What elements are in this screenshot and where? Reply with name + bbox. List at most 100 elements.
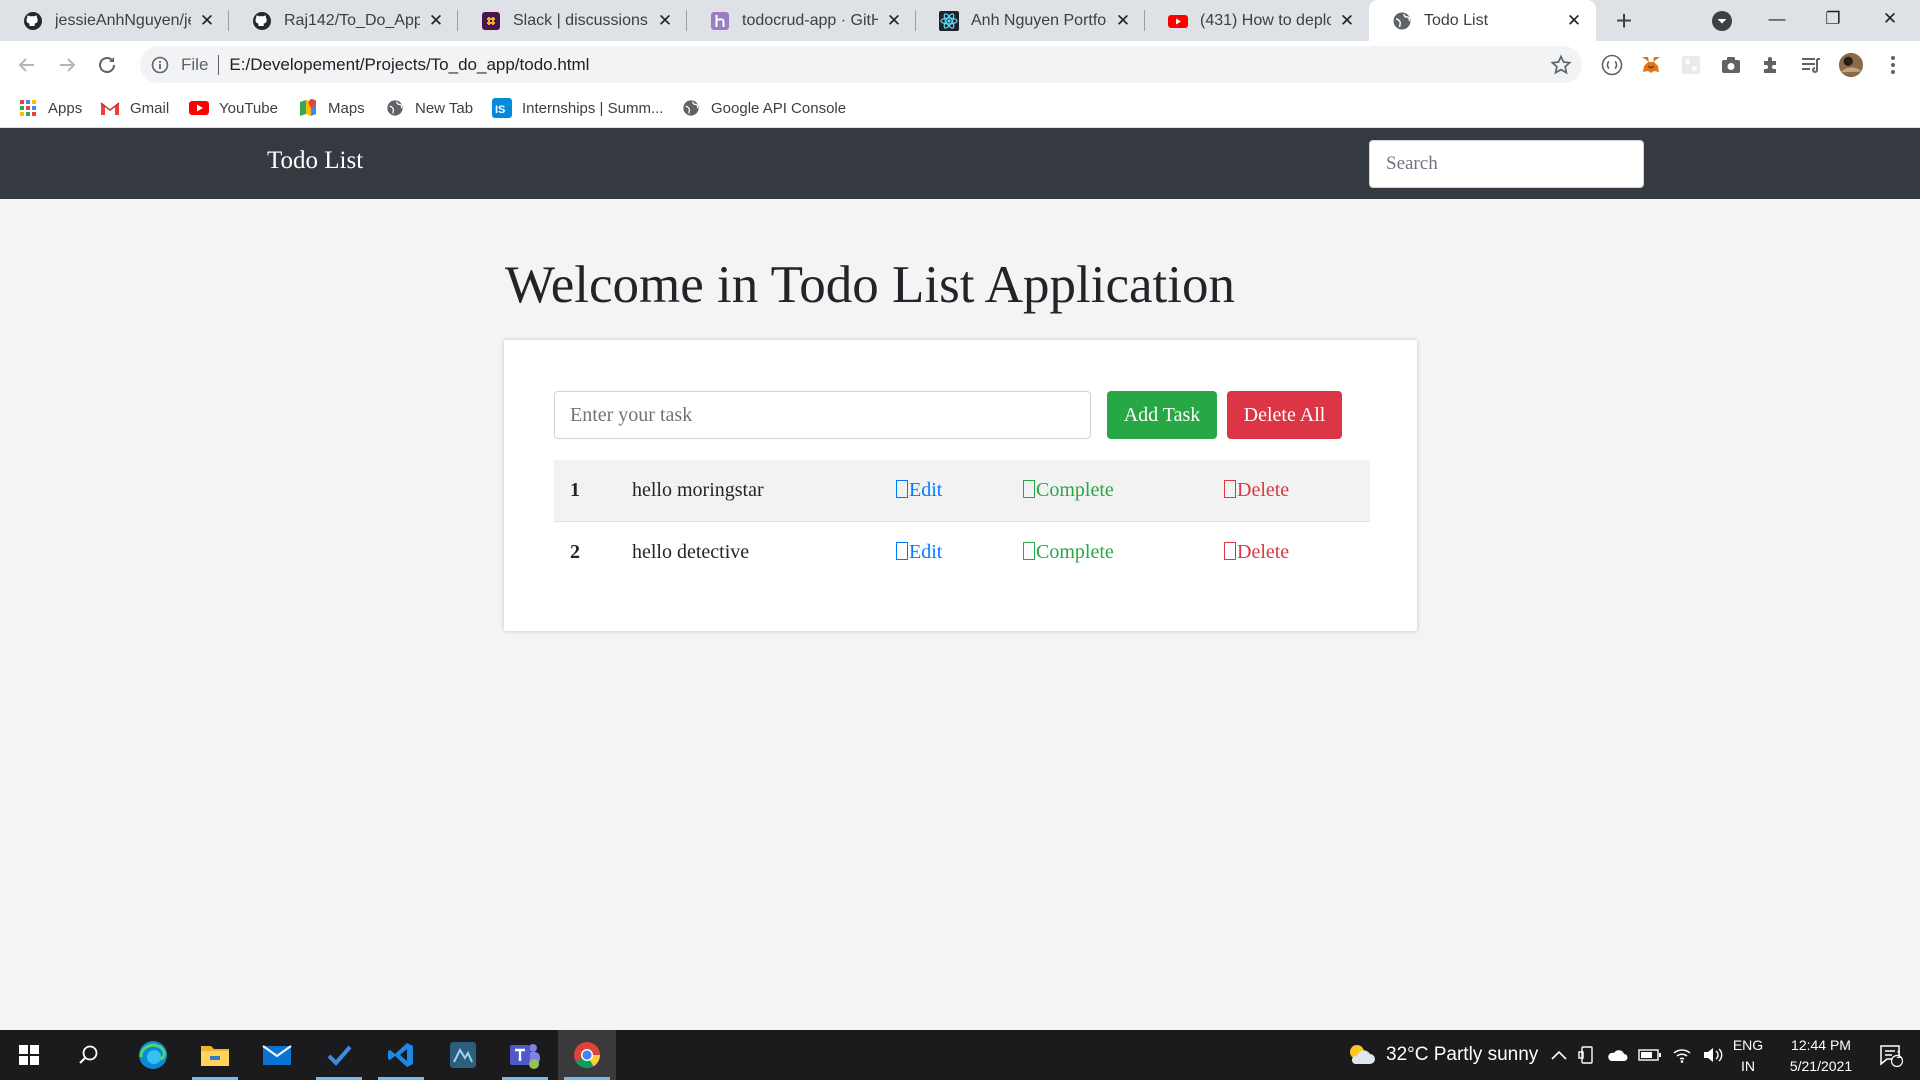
back-icon[interactable]: [11, 49, 43, 81]
bookmark-gmail[interactable]: Gmail: [100, 94, 169, 122]
bookmark-new-tab[interactable]: New Tab: [385, 94, 473, 122]
tab-title: jessieAnhNguyen/jessi: [55, 11, 191, 29]
windows-start-icon[interactable]: [0, 1030, 58, 1080]
globe-icon: [385, 98, 405, 118]
bookmark-star-icon[interactable]: [1550, 54, 1572, 76]
check-icon: [1023, 480, 1035, 498]
teams-icon[interactable]: [496, 1030, 554, 1080]
todo-checkmark-icon[interactable]: [310, 1030, 368, 1080]
close-icon[interactable]: ✕: [1564, 11, 1584, 31]
camera-icon[interactable]: [1718, 52, 1744, 78]
site-info-icon[interactable]: [150, 55, 170, 75]
edit-button[interactable]: Edit: [896, 460, 942, 521]
window-close-button[interactable]: ✕: [1860, 0, 1920, 41]
table-row: 2 hello detective Edit Complete Delete: [554, 521, 1370, 582]
extensions-puzzle-icon[interactable]: [1758, 52, 1784, 78]
restore-button[interactable]: ❐: [1803, 0, 1863, 41]
gmail-icon: [100, 98, 120, 118]
minimize-button[interactable]: —: [1747, 0, 1807, 41]
bookmark-google-api-console[interactable]: Google API Console: [681, 94, 846, 122]
close-icon[interactable]: ✕: [197, 11, 217, 31]
chevron-up-icon: [1551, 1050, 1567, 1060]
app-brand[interactable]: Todo List: [267, 147, 363, 175]
complete-button[interactable]: Complete: [1023, 522, 1114, 583]
browser-tab[interactable]: Anh Nguyen Portfolio ✕: [916, 0, 1145, 41]
browser-tab[interactable]: jessieAnhNguyen/jessi ✕: [0, 0, 229, 41]
volume-icon: [1704, 1048, 1723, 1062]
browser-tab[interactable]: todocrud-app · GitHul ✕: [687, 0, 916, 41]
tray-icons[interactable]: [1550, 1030, 1724, 1080]
close-icon[interactable]: ✕: [1337, 11, 1357, 31]
close-icon[interactable]: ✕: [426, 11, 446, 31]
mail-icon[interactable]: [248, 1030, 306, 1080]
trash-icon: [1224, 542, 1236, 560]
youtube-icon: [189, 98, 209, 118]
device-icon: [1578, 1046, 1593, 1064]
bookmark-label: Internships | Summ...: [522, 99, 664, 117]
browser-tab[interactable]: Slack | discussions | C ✕: [458, 0, 687, 41]
browser-tab-active[interactable]: Todo List ✕: [1369, 0, 1596, 41]
close-icon[interactable]: ✕: [655, 11, 675, 31]
search-input[interactable]: [1369, 140, 1644, 188]
clock-date[interactable]: 5/21/2021: [1776, 1058, 1866, 1074]
close-icon[interactable]: ✕: [1113, 11, 1133, 31]
clock-time[interactable]: 12:44 PM: [1776, 1037, 1866, 1053]
new-tab-button[interactable]: +: [1610, 7, 1638, 36]
language-indicator[interactable]: ENG: [1728, 1037, 1768, 1053]
bookmark-label: Maps: [328, 99, 365, 117]
bookmark-youtube[interactable]: YouTube: [189, 94, 278, 122]
internshala-icon: IS: [492, 98, 512, 118]
edit-label: Edit: [909, 479, 943, 501]
bookmark-internships[interactable]: IS Internships | Summ...: [492, 94, 663, 122]
extension-icon[interactable]: [1599, 52, 1625, 78]
delete-label: Delete: [1237, 479, 1290, 501]
delete-all-button[interactable]: Delete All: [1227, 391, 1342, 439]
vscode-icon[interactable]: [372, 1030, 430, 1080]
browser-menu-icon[interactable]: [1880, 52, 1906, 78]
reload-icon[interactable]: [91, 49, 123, 81]
forward-icon[interactable]: [51, 49, 83, 81]
notification-center-icon[interactable]: 1: [1862, 1030, 1920, 1080]
file-explorer-icon[interactable]: [186, 1030, 244, 1080]
profile-avatar[interactable]: [1838, 52, 1864, 78]
complete-button[interactable]: Complete: [1023, 460, 1114, 521]
tab-search-icon[interactable]: [1710, 9, 1734, 33]
edit-icon: [896, 480, 908, 498]
chrome-icon[interactable]: [558, 1030, 616, 1080]
complete-label: Complete: [1036, 479, 1114, 501]
metamask-icon[interactable]: [1638, 52, 1664, 78]
edit-label: Edit: [909, 541, 943, 563]
weather-widget[interactable]: 32°C Partly sunny: [1346, 1030, 1538, 1080]
edit-button[interactable]: Edit: [896, 522, 942, 583]
region-indicator[interactable]: IN: [1728, 1058, 1768, 1074]
task-number: 2: [570, 541, 580, 563]
delete-button[interactable]: Delete: [1224, 460, 1289, 521]
add-task-button[interactable]: Add Task: [1107, 391, 1217, 439]
url-text[interactable]: E:/Developement/Projects/To_do_app/todo.…: [229, 55, 589, 75]
task-table: 1 hello moringstar Edit Complete Delete …: [554, 460, 1370, 582]
battery-icon: [1638, 1049, 1661, 1061]
url-scheme: File: [181, 54, 209, 74]
reading-list-icon[interactable]: [1798, 52, 1824, 78]
task-text: hello detective: [632, 541, 750, 563]
browser-tab[interactable]: (431) How to deploy H ✕: [1145, 0, 1369, 41]
search-icon[interactable]: [60, 1030, 118, 1080]
slack-icon: [481, 11, 501, 31]
bookmark-maps[interactable]: Maps: [298, 94, 365, 122]
delete-button[interactable]: Delete: [1224, 522, 1289, 583]
edge-icon[interactable]: [124, 1030, 182, 1080]
heroku-icon: [710, 11, 730, 31]
tab-title: (431) How to deploy H: [1200, 11, 1331, 29]
tab-title: Anh Nguyen Portfolio: [971, 11, 1107, 29]
task-input[interactable]: [554, 391, 1091, 439]
mysql-workbench-icon[interactable]: [434, 1030, 492, 1080]
tab-title: todocrud-app · GitHul: [742, 11, 878, 29]
tab-title: Raj142/To_Do_App: [284, 11, 420, 29]
close-icon[interactable]: ✕: [884, 11, 904, 31]
address-bar[interactable]: File E:/Developement/Projects/To_do_app/…: [140, 46, 1582, 83]
tab-title: Slack | discussions | C: [513, 11, 649, 29]
trash-icon: [1224, 480, 1236, 498]
bookmark-apps[interactable]: Apps: [18, 94, 82, 122]
browser-tab[interactable]: Raj142/To_Do_App ✕: [229, 0, 458, 41]
extension-placeholder-icon[interactable]: [1678, 52, 1704, 78]
